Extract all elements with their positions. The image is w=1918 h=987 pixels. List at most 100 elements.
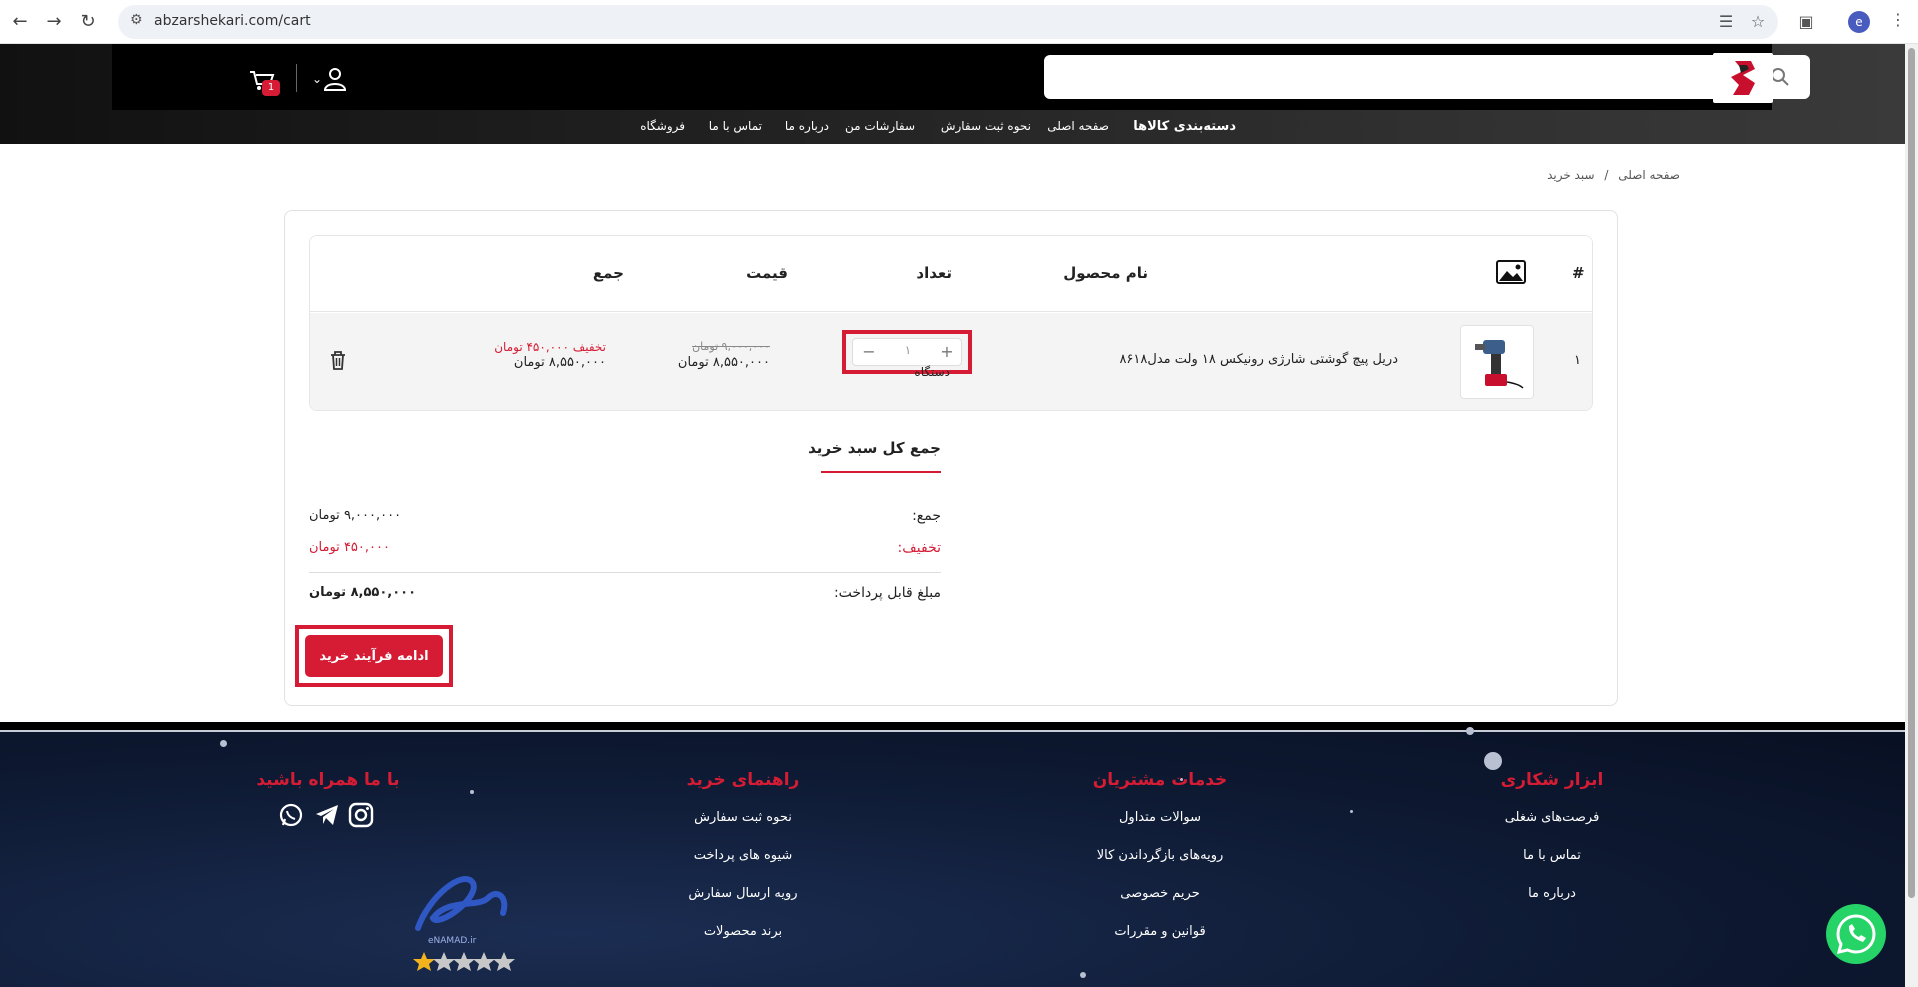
translate-icon[interactable]: ☰ xyxy=(1714,10,1738,34)
search-box xyxy=(1044,55,1810,99)
browser-toolbar: ← → ↻ ⚙ abzarshekari.com/cart ☰ ☆ ▣ e ⋮ xyxy=(0,0,1918,44)
back-icon[interactable]: ← xyxy=(8,10,32,34)
cart-table: # نام محصول تعداد قیمت جمع ۱ دریل پیچ گو… xyxy=(309,235,1593,411)
reload-icon[interactable]: ↻ xyxy=(76,10,100,34)
footer-link[interactable]: نحوه ثبت سفارش xyxy=(633,808,853,846)
totals-discount-row: تخفیف: ۴۵۰,۰۰۰ تومان xyxy=(309,540,941,564)
column-name: نام محصول xyxy=(1063,264,1148,282)
footer-col-brand: ابزار شکاری فرصت‌های شغلی تماس با ما درب… xyxy=(1442,770,1662,922)
footer-top-line xyxy=(0,730,1905,732)
chevron-down-icon[interactable]: ⌄ xyxy=(312,72,322,86)
footer-link[interactable]: فرصت‌های شغلی xyxy=(1442,808,1662,846)
footer-link[interactable]: برند محصولات xyxy=(633,922,853,960)
totals-underline xyxy=(821,471,941,473)
star-decoration xyxy=(1080,972,1086,978)
scrollbar-thumb[interactable] xyxy=(1908,48,1915,898)
whatsapp-icon xyxy=(1836,914,1876,955)
plus-icon[interactable]: + xyxy=(935,341,959,363)
sum-value: ۹,۰۰۰,۰۰۰ تومان xyxy=(309,508,402,523)
search-icon[interactable] xyxy=(1770,67,1790,87)
product-name[interactable]: دریل پیچ گوشتی شارژی رونیکس ۱۸ ولت مدل۸۶… xyxy=(1119,352,1398,367)
footer-link[interactable]: حریم خصوصی xyxy=(1050,884,1270,922)
table-header: # نام محصول تعداد قیمت جمع xyxy=(310,236,1592,312)
cart-card: # نام محصول تعداد قیمت جمع ۱ دریل پیچ گو… xyxy=(284,210,1618,706)
star-decoration xyxy=(1484,752,1502,770)
footer-link[interactable]: شیوه های پرداخت xyxy=(633,846,853,884)
discount-amount: تخفیف ۴۵۰,۰۰۰ تومان xyxy=(494,340,606,354)
nav-item-about[interactable]: درباره ما xyxy=(785,119,829,133)
footer-col-services: خدمات مشتریان سوالات متداول رویه‌های باز… xyxy=(1050,770,1270,960)
bookmark-star-icon[interactable]: ☆ xyxy=(1746,10,1770,34)
footer-link[interactable]: قوانین و مقررات xyxy=(1050,922,1270,960)
product-thumbnail[interactable] xyxy=(1460,325,1534,399)
column-price: قیمت xyxy=(746,264,788,282)
quantity-unit: دستگاه xyxy=(914,365,950,379)
trash-icon[interactable] xyxy=(328,349,348,371)
footer-link[interactable]: رویه‌های بازگرداندن کالا xyxy=(1050,846,1270,884)
footer-link[interactable]: سوالات متداول xyxy=(1050,808,1270,846)
breadcrumb-home[interactable]: صفحه اصلی xyxy=(1618,168,1680,182)
discount-value: ۴۵۰,۰۰۰ تومان xyxy=(309,540,390,555)
address-bar[interactable]: ⚙ abzarshekari.com/cart xyxy=(118,5,1778,39)
forward-icon[interactable]: → xyxy=(42,10,66,34)
footer-link[interactable]: درباره ما xyxy=(1442,884,1662,922)
search-input[interactable] xyxy=(1044,55,1764,99)
whatsapp-icon[interactable] xyxy=(278,802,304,828)
footer-link[interactable]: تماس با ما xyxy=(1442,846,1662,884)
nav-item-contact[interactable]: تماس با ما xyxy=(709,119,762,133)
footer-top-border xyxy=(0,722,1905,730)
image-icon xyxy=(1496,260,1526,288)
footer-col-title: با ما همراه باشید xyxy=(256,770,400,790)
checkout-highlight: ادامه فرآیند خرید xyxy=(295,625,453,687)
old-price: ۹,۰۰۰,۰۰۰ تومان xyxy=(692,340,770,353)
header-bar: 1 ⌄ xyxy=(112,44,1810,110)
minus-icon[interactable]: − xyxy=(857,341,881,363)
star-decoration xyxy=(220,740,227,747)
payable-label: مبلغ قابل پرداخت: xyxy=(833,585,941,601)
quantity-stepper: − ۱ + xyxy=(842,330,972,374)
quantity-value[interactable]: ۱ xyxy=(893,343,923,357)
nav-item-categories[interactable]: دسته‌بندی کالاها xyxy=(1133,119,1236,134)
footer-link[interactable]: رویه ارسال سفارش xyxy=(633,884,853,922)
page-scrollbar[interactable] xyxy=(1905,44,1918,987)
site-info-icon[interactable]: ⚙ xyxy=(130,12,143,28)
instagram-icon[interactable] xyxy=(348,802,374,828)
site-header: 1 ⌄ دسته‌بندی کالاها صفحه اصلی نحوه ثبت … xyxy=(0,44,1905,144)
footer-col-title: راهنمای خرید xyxy=(686,770,800,790)
enamad-text: eNAMAD.ir xyxy=(428,936,477,946)
nav-item-home[interactable]: صفحه اصلی xyxy=(1047,119,1109,133)
totals-title: جمع کل سبد خرید xyxy=(808,439,941,457)
table-row: ۱ دریل پیچ گوشتی شارژی رونیکس ۱۸ ولت مدل… xyxy=(310,313,1592,410)
footer-col-title: ابزار شکاری xyxy=(1500,770,1604,790)
unit-price: ۸,۵۵۰,۰۰۰ تومان xyxy=(677,355,770,370)
column-qty: تعداد xyxy=(916,264,952,282)
row-index: ۱ xyxy=(1574,353,1581,368)
column-total: جمع xyxy=(592,264,624,282)
breadcrumb: صفحه اصلی / سبد خرید xyxy=(1380,168,1680,188)
browser-menu-icon[interactable]: ⋮ xyxy=(1890,10,1906,29)
user-icon[interactable] xyxy=(322,66,348,92)
header-divider xyxy=(296,64,297,92)
quantity-control: − ۱ + xyxy=(852,338,962,366)
profile-avatar[interactable]: e xyxy=(1848,11,1870,33)
enamad-badge[interactable]: eNAMAD.ir xyxy=(408,858,518,986)
nav-item-how-to-order[interactable]: نحوه ثبت سفارش xyxy=(941,119,1031,133)
extensions-icon[interactable]: ▣ xyxy=(1794,10,1818,34)
discount-label: تخفیف: xyxy=(897,540,941,556)
totals-payable-row: مبلغ قابل پرداخت: ۸,۵۵۰,۰۰۰ تومان xyxy=(309,585,941,609)
column-index: # xyxy=(1572,264,1585,282)
payable-value: ۸,۵۵۰,۰۰۰ تومان xyxy=(309,585,417,600)
site-logo[interactable] xyxy=(1713,53,1773,103)
social-links xyxy=(278,802,378,830)
breadcrumb-current: سبد خرید xyxy=(1547,168,1595,182)
url-text[interactable]: abzarshekari.com/cart xyxy=(154,13,311,29)
nav-item-shop[interactable]: فروشگاه xyxy=(640,119,685,133)
sum-label: جمع: xyxy=(912,508,941,524)
checkout-button[interactable]: ادامه فرآیند خرید xyxy=(305,635,443,677)
nav-item-my-orders[interactable]: سفارشات من xyxy=(845,119,915,133)
footer-col-guide: راهنمای خرید نحوه ثبت سفارش شیوه های پرد… xyxy=(633,770,853,960)
star-decoration xyxy=(1350,810,1353,813)
telegram-icon[interactable] xyxy=(314,802,340,828)
star-decoration xyxy=(1466,727,1474,735)
whatsapp-chat-button[interactable] xyxy=(1826,904,1886,964)
